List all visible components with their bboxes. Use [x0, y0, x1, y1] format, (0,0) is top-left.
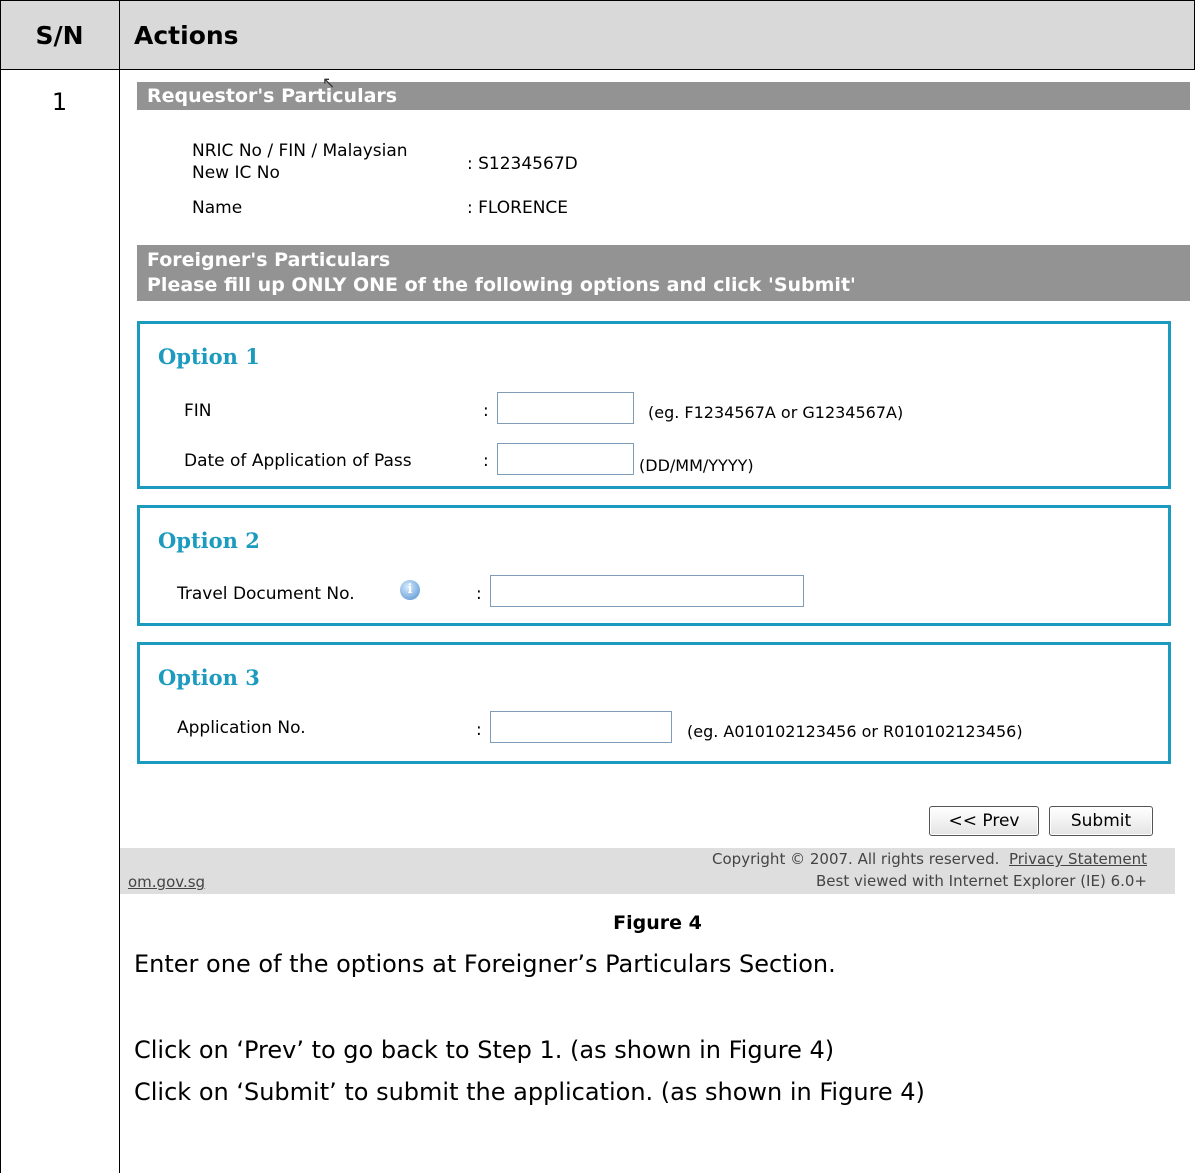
instruction-line-2: Click on ‘Prev’ to go back to Step 1. (a…: [134, 1036, 835, 1064]
foreigner-heading-title: Foreigner's Particulars: [147, 249, 391, 271]
border-left: [0, 0, 1, 1173]
date-of-application-label: Date of Application of Pass: [184, 451, 412, 471]
date-colon: :: [483, 451, 489, 471]
option1-title: Option 1: [158, 344, 260, 369]
info-icon[interactable]: i: [400, 580, 420, 600]
border-top: [0, 0, 1195, 1]
footer-copyright-line: Copyright © 2007. All rights reserved. P…: [712, 850, 1147, 868]
name-label: Name: [192, 198, 243, 218]
best-viewed-text: Best viewed with Internet Explorer (IE) …: [816, 872, 1147, 890]
instruction-line-3: Click on ‘Submit’ to submit the applicat…: [134, 1078, 925, 1106]
fin-input[interactable]: [497, 392, 634, 424]
row-sn: 1: [51, 88, 68, 116]
name-value: : FLORENCE: [467, 198, 569, 218]
option1-box: Option 1 FIN : (eg. F1234567A or G123456…: [137, 321, 1171, 489]
travel-colon: :: [476, 584, 482, 604]
instruction-line-1: Enter one of the options at Foreigner’s …: [134, 950, 836, 978]
option3-box: Option 3 Application No. : (eg. A0101021…: [137, 642, 1171, 764]
figure-screenshot: Requestor's Particulars NRIC No / FIN / …: [120, 70, 1195, 898]
application-hint: (eg. A010102123456 or R010102123456): [687, 722, 1023, 741]
header-sn: S/N: [35, 21, 84, 50]
privacy-statement-link[interactable]: Privacy Statement: [1009, 850, 1147, 868]
travel-document-input[interactable]: [490, 575, 804, 607]
instructions-table: S/N Actions 1 Requestor's Particulars NR…: [0, 0, 1195, 1173]
nric-label-line1: NRIC No / FIN / Malaysian: [192, 141, 408, 161]
copyright-text: Copyright © 2007. All rights reserved.: [712, 850, 1000, 868]
nric-label: NRIC No / FIN / Malaysian New IC No: [192, 140, 408, 184]
table-header-row: S/N Actions: [0, 0, 1195, 69]
option2-title: Option 2: [158, 528, 260, 553]
mouse-cursor-icon: ↖: [322, 73, 336, 92]
nric-label-line2: New IC No: [192, 163, 280, 183]
prev-button[interactable]: << Prev: [929, 806, 1039, 836]
fin-hint: (eg. F1234567A or G1234567A): [648, 403, 904, 422]
footer-domain-link[interactable]: om.gov.sg: [128, 873, 205, 891]
application-colon: :: [476, 720, 482, 740]
fin-label: FIN: [184, 401, 212, 421]
fin-colon: :: [483, 401, 489, 421]
submit-button[interactable]: Submit: [1049, 806, 1153, 836]
date-hint: (DD/MM/YYYY): [639, 456, 754, 475]
travel-document-label: Travel Document No.: [177, 584, 355, 604]
nric-value: : S1234567D: [467, 154, 578, 174]
requestor-heading: Requestor's Particulars: [137, 82, 1190, 110]
page-footer: Copyright © 2007. All rights reserved. P…: [120, 848, 1175, 894]
date-of-application-input[interactable]: [497, 443, 634, 475]
application-no-label: Application No.: [177, 718, 306, 738]
option3-title: Option 3: [158, 665, 260, 690]
figure-caption: Figure 4: [613, 912, 702, 934]
application-no-input[interactable]: [490, 711, 672, 743]
foreigner-heading: Foreigner's Particulars Please fill up O…: [137, 245, 1190, 301]
option2-box: Option 2 Travel Document No. i :: [137, 505, 1171, 626]
foreigner-instruction: Please fill up ONLY ONE of the following…: [147, 274, 856, 296]
header-actions: Actions: [134, 21, 239, 50]
